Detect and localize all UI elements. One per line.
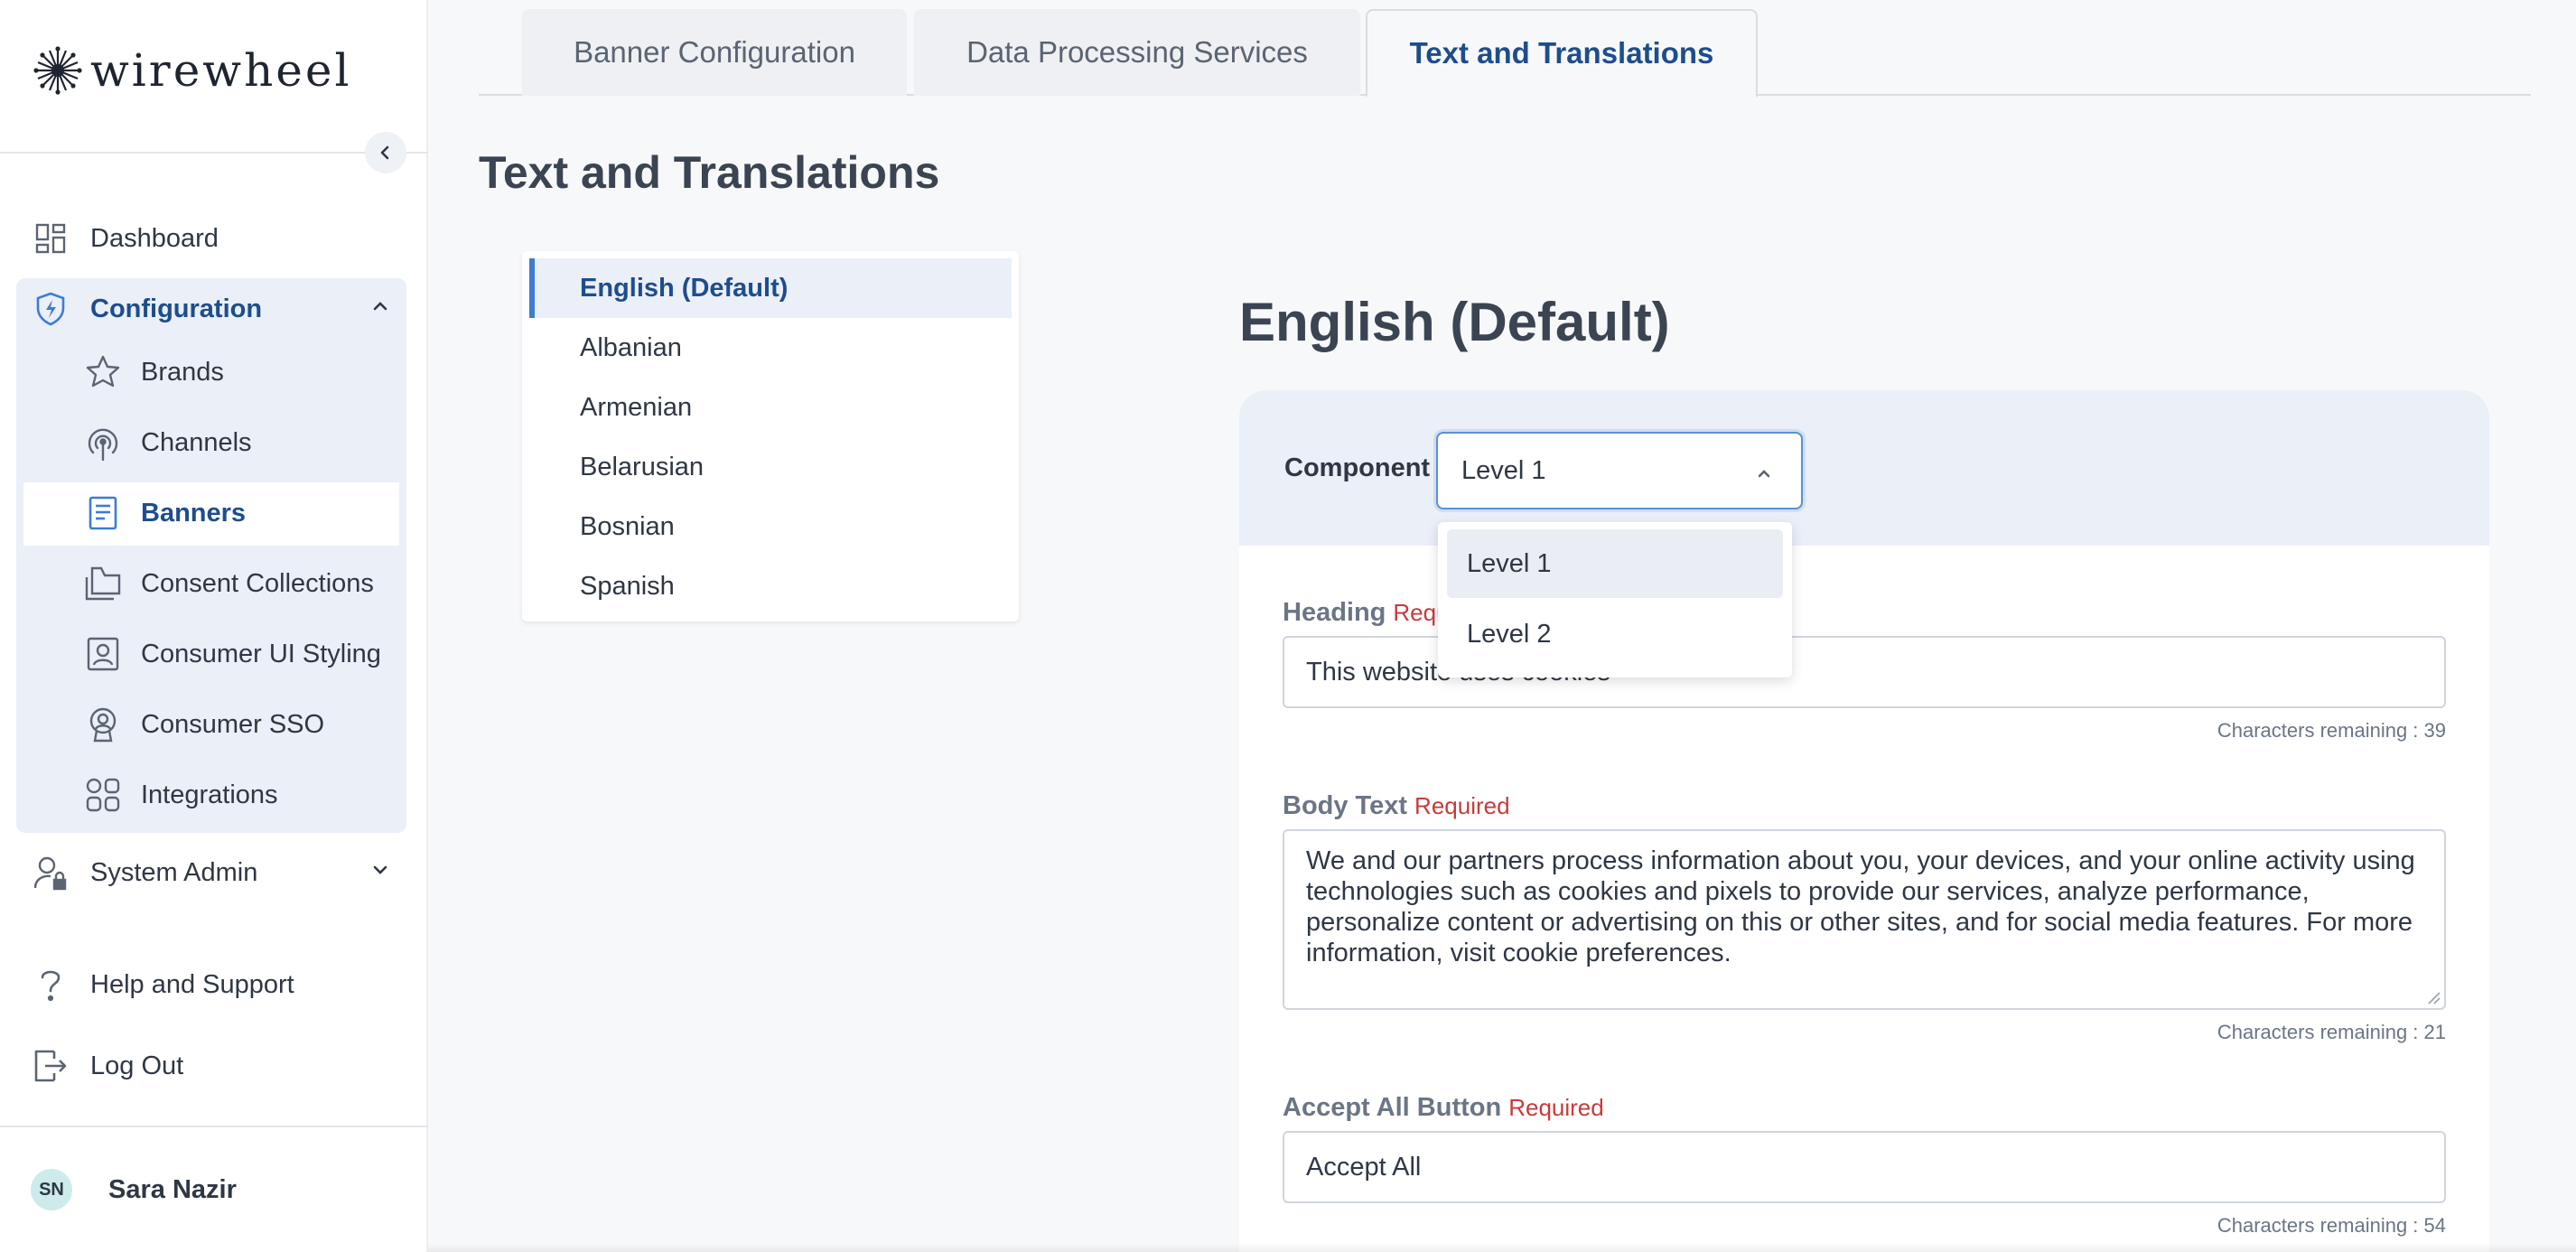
language-item-english[interactable]: English (Default)	[529, 258, 1012, 318]
sidebar-item-consent-collections[interactable]: Consent Collections	[83, 564, 374, 603]
broadcast-icon	[83, 423, 123, 462]
sidebar-item-brands[interactable]: Brands	[83, 352, 224, 392]
sidebar-divider	[0, 1126, 428, 1127]
body-char-counter: Characters remaining : 21	[2217, 1021, 2446, 1043]
required-tag: Required	[1414, 792, 1510, 819]
chevron-left-icon	[380, 145, 389, 160]
sidebar-item-label: Brands	[141, 357, 224, 387]
sidebar-item-label: Consumer UI Styling	[141, 639, 381, 668]
star-icon	[83, 352, 123, 392]
body-field-label: Body Text Required	[1283, 791, 1510, 821]
sidebar-item-label: Consumer SSO	[141, 709, 325, 739]
language-item-bosnian[interactable]: Bosnian	[529, 497, 1012, 556]
avatar: SN	[31, 1169, 72, 1210]
sidebar-item-label: Consent Collections	[141, 568, 374, 598]
sidebar-item-label: System Admin	[90, 857, 258, 887]
heading-char-counter: Characters remaining : 39	[2217, 719, 2446, 742]
component-label: Component	[1284, 453, 1431, 482]
chevron-down-icon[interactable]	[370, 860, 390, 884]
language-item-spanish[interactable]: Spanish	[529, 556, 1012, 616]
accept-all-input[interactable]: Accept All	[1283, 1131, 2446, 1203]
sidebar-item-label: Banners	[141, 498, 247, 528]
accept-label-text: Accept All Button	[1283, 1093, 1502, 1122]
tab-data-processing-services[interactable]: Data Processing Services	[914, 9, 1360, 96]
sidebar-item-label: Dashboard	[90, 223, 219, 253]
page-title: Text and Translations	[479, 147, 940, 198]
sidebar-item-label: Help and Support	[90, 969, 294, 999]
language-item-albanian[interactable]: Albanian	[529, 318, 1012, 378]
logout-icon	[33, 1048, 69, 1084]
dropdown-option-level-1[interactable]: Level 1	[1447, 529, 1783, 598]
component-select[interactable]: Level 1	[1436, 432, 1803, 509]
accept-field-label: Accept All Button Required	[1283, 1093, 1604, 1123]
language-item-armenian[interactable]: Armenian	[529, 378, 1012, 437]
wirewheel-logo-icon	[33, 46, 82, 95]
required-tag: Required	[1508, 1094, 1604, 1121]
body-text-value: We and our partners process information …	[1306, 846, 2415, 967]
grid-icon	[83, 775, 123, 815]
language-heading: English (Default)	[1239, 292, 1670, 352]
translation-form: Component Level 1 HeadingRequired This w…	[1239, 390, 2489, 1252]
tab-bar: Banner Configuration Data Processing Ser…	[479, 9, 2531, 98]
tab-banner-configuration[interactable]: Banner Configuration	[522, 9, 907, 96]
dashboard-icon	[33, 220, 69, 257]
folders-icon	[83, 564, 123, 603]
user-profile[interactable]: SN Sara Nazir	[31, 1169, 237, 1210]
accept-all-input-value: Accept All	[1306, 1152, 1422, 1182]
language-list: English (Default) Albanian Armenian Bela…	[522, 251, 1019, 621]
resize-handle-icon[interactable]	[2426, 990, 2441, 1004]
sidebar-item-integrations[interactable]: Integrations	[83, 775, 278, 815]
sidebar-item-help[interactable]: Help and Support	[33, 967, 294, 1003]
logo[interactable]: wirewheel	[33, 45, 351, 96]
chevron-up-icon[interactable]	[370, 296, 390, 321]
language-item-belarusian[interactable]: Belarusian	[529, 437, 1012, 497]
heading-label-text: Heading	[1283, 598, 1386, 627]
body-text-input[interactable]: We and our partners process information …	[1283, 829, 2446, 1010]
user-name: Sara Nazir	[108, 1174, 237, 1204]
sidebar-item-logout[interactable]: Log Out	[33, 1048, 183, 1084]
sidebar-item-configuration[interactable]: Configuration	[33, 291, 390, 327]
shield-bolt-icon	[33, 291, 69, 327]
sidebar: wirewheel Dashboard Configuration Brands…	[0, 0, 428, 1252]
user-badge-icon	[83, 705, 123, 744]
sidebar-item-label: Log Out	[90, 1051, 184, 1080]
tab-text-and-translations[interactable]: Text and Translations	[1366, 9, 1758, 98]
collapse-sidebar-button[interactable]	[365, 132, 406, 173]
component-select-value: Level 1	[1461, 455, 1546, 485]
component-bar: Component Level 1	[1239, 390, 2489, 546]
bottom-fade	[428, 1243, 2576, 1252]
sidebar-item-label: Channels	[141, 427, 252, 457]
sidebar-item-dashboard[interactable]: Dashboard	[33, 220, 219, 257]
body-label-text: Body Text	[1283, 791, 1408, 820]
user-lock-icon	[33, 855, 69, 891]
sidebar-item-consumer-sso[interactable]: Consumer SSO	[83, 705, 324, 744]
sidebar-item-consumer-ui-styling[interactable]: Consumer UI Styling	[83, 634, 381, 674]
sidebar-item-label: Configuration	[90, 294, 263, 323]
logo-text: wirewheel	[90, 44, 352, 97]
sidebar-item-label: Integrations	[141, 780, 278, 809]
portrait-icon	[83, 634, 123, 674]
accept-char-counter: Characters remaining : 54	[2217, 1214, 2446, 1237]
component-dropdown-menu: Level 1 Level 2	[1438, 522, 1792, 677]
sidebar-item-banners[interactable]: Banners	[83, 493, 246, 533]
question-icon	[33, 967, 69, 1003]
sidebar-item-channels[interactable]: Channels	[83, 423, 252, 462]
dropdown-option-level-2[interactable]: Level 2	[1447, 600, 1783, 668]
sidebar-item-system-admin[interactable]: System Admin	[33, 855, 390, 891]
banner-doc-icon	[83, 493, 123, 533]
chevron-up-icon	[1754, 461, 1774, 491]
sidebar-divider	[0, 152, 428, 154]
